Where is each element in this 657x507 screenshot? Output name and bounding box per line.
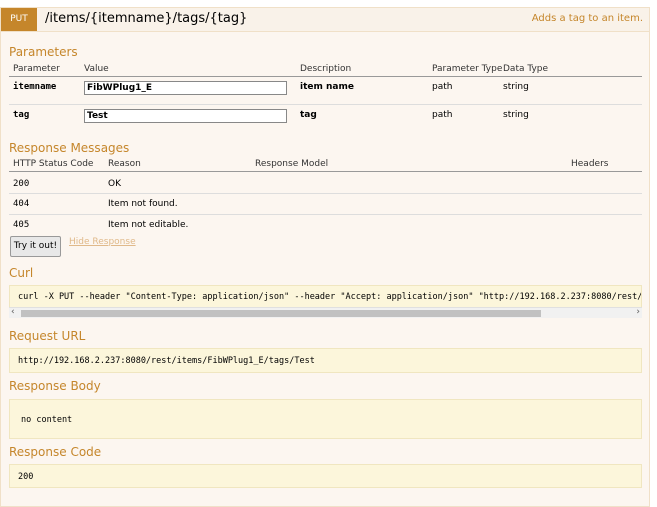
divider — [9, 171, 642, 172]
operation-summary[interactable]: Adds a tag to an item. — [532, 13, 643, 24]
col-parameter: Parameter — [13, 64, 60, 74]
response-code-404: 404 — [13, 199, 30, 209]
curl-command: curl -X PUT --header "Content-Type: appl… — [9, 285, 642, 307]
hide-response-link[interactable]: Hide Response — [69, 237, 136, 247]
method-badge[interactable]: PUT — [1, 8, 37, 31]
scroll-thumb[interactable] — [21, 310, 541, 317]
operation-path[interactable]: /items/{itemname}/tags/{tag} — [45, 11, 247, 26]
scroll-left-arrow-icon[interactable]: ‹ — [11, 307, 15, 317]
param-desc-tag: tag — [300, 110, 317, 120]
col-headers: Headers — [571, 159, 609, 169]
param-datatype-itemname: string — [503, 82, 529, 92]
response-reason-405: Item not editable. — [108, 220, 189, 230]
curl-title: Curl — [9, 266, 34, 280]
parameters-title: Parameters — [9, 45, 78, 59]
response-code-200: 200 — [13, 179, 30, 189]
divider — [9, 104, 642, 105]
divider — [9, 214, 642, 215]
col-description: Description — [300, 64, 352, 74]
response-code-value: 200 — [9, 464, 642, 488]
col-http-status: HTTP Status Code — [13, 159, 94, 169]
divider — [9, 76, 642, 77]
request-url-value: http://192.168.2.237:8080/rest/items/Fib… — [9, 348, 642, 373]
tag-input[interactable] — [84, 109, 287, 123]
param-type-itemname: path — [432, 82, 453, 92]
request-url-title: Request URL — [9, 329, 86, 343]
response-body-value: no content — [9, 399, 642, 439]
col-parameter-type: Parameter Type — [432, 64, 503, 74]
param-desc-itemname: item name — [300, 82, 354, 92]
scroll-right-arrow-icon[interactable]: › — [636, 307, 640, 317]
param-type-tag: path — [432, 110, 453, 120]
param-name-itemname: itemname — [13, 82, 57, 92]
response-messages-title: Response Messages — [9, 141, 130, 155]
response-reason-200: OK — [108, 179, 121, 189]
divider — [9, 193, 642, 194]
col-response-model: Response Model — [255, 159, 329, 169]
response-code-title: Response Code — [9, 445, 102, 459]
operation-header[interactable]: PUT /items/{itemname}/tags/{tag} Adds a … — [1, 8, 649, 32]
response-code-405: 405 — [13, 220, 30, 230]
operation-panel: PUT /items/{itemname}/tags/{tag} Adds a … — [0, 7, 650, 507]
param-datatype-tag: string — [503, 110, 529, 120]
try-it-out-button[interactable]: Try it out! — [10, 236, 61, 257]
param-name-tag: tag — [13, 110, 30, 120]
col-reason: Reason — [108, 159, 141, 169]
response-body-title: Response Body — [9, 379, 101, 393]
col-value: Value — [84, 64, 109, 74]
response-reason-404: Item not found. — [108, 199, 178, 209]
curl-horizontal-scrollbar[interactable]: ‹ › — [9, 307, 642, 318]
itemname-input[interactable] — [84, 81, 287, 95]
col-data-type: Data Type — [503, 64, 549, 74]
